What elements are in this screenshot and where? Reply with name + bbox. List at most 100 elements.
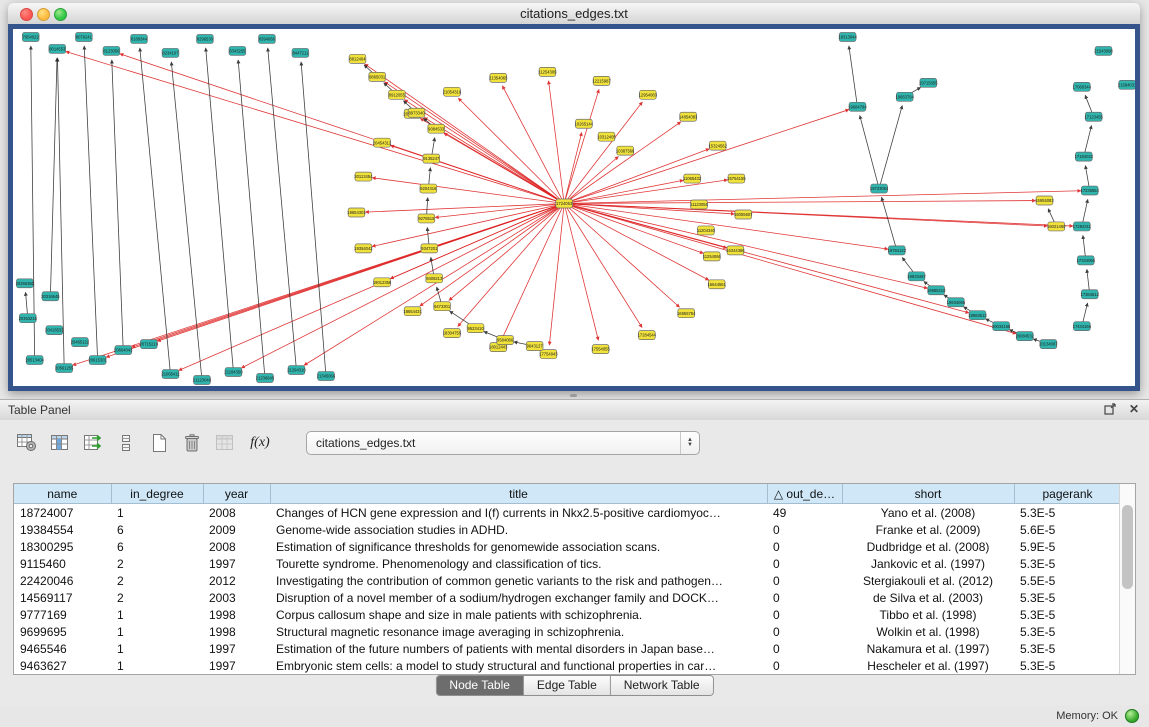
delete-table-icon[interactable]: [179, 431, 205, 455]
graph-node[interactable]: 20363215: [19, 314, 38, 323]
graph-edge[interactable]: [549, 81, 565, 204]
graph-edge[interactable]: [564, 110, 849, 204]
table-cell[interactable]: 1: [111, 504, 203, 522]
tab-node-table[interactable]: Node Table: [436, 676, 524, 695]
table-cell[interactable]: 1997: [203, 657, 270, 674]
table-cell[interactable]: 2009: [203, 521, 270, 538]
graph-node[interactable]: 9643127: [526, 342, 543, 351]
graph-edge[interactable]: [372, 204, 564, 247]
column-header[interactable]: pagerank: [1014, 484, 1121, 504]
graph-edge[interactable]: [50, 58, 57, 296]
graph-node[interactable]: 10387566: [616, 146, 635, 155]
graph-node[interactable]: 7954022: [22, 32, 39, 41]
table-cell[interactable]: 1: [111, 657, 203, 674]
graph-node[interactable]: 20561255: [55, 364, 74, 373]
graph-edge[interactable]: [106, 204, 564, 358]
graph-node[interactable]: 9408213: [426, 274, 443, 283]
table-cell[interactable]: 1998: [203, 606, 270, 623]
table-cell[interactable]: 1998: [203, 623, 270, 640]
graph-node[interactable]: 18304755: [443, 329, 462, 338]
graph-node[interactable]: 11065432: [683, 174, 702, 183]
graph-node[interactable]: 21294310: [287, 366, 306, 375]
graph-edge[interactable]: [860, 115, 879, 188]
graph-edge[interactable]: [564, 204, 598, 341]
graph-node[interactable]: 8234107: [162, 48, 179, 57]
graph-edge[interactable]: [564, 89, 599, 203]
table-cell[interactable]: 14569117: [14, 589, 111, 606]
table-cell[interactable]: 0: [767, 606, 842, 623]
table-cell[interactable]: Yano et al. (2008): [842, 504, 1014, 522]
graph-node[interactable]: 15324562: [709, 141, 728, 150]
graph-edge[interactable]: [241, 204, 564, 368]
graph-node[interactable]: 11123056: [690, 200, 708, 209]
graph-edge[interactable]: [301, 62, 326, 376]
graph-node[interactable]: 21123046: [193, 376, 212, 385]
graph-node[interactable]: 19934066: [947, 298, 966, 307]
table-cell[interactable]: 2: [111, 555, 203, 572]
graph-edge[interactable]: [365, 64, 564, 203]
graph-node[interactable]: 17384512: [1081, 290, 1100, 299]
table-cell[interactable]: 5.3E-5: [1014, 589, 1121, 606]
table-cell[interactable]: 6: [111, 521, 203, 538]
graph-node[interactable]: 21236645: [256, 374, 275, 383]
graph-node[interactable]: 21584031: [1118, 80, 1135, 89]
float-panel-icon[interactable]: [1103, 402, 1117, 416]
column-header[interactable]: title: [270, 484, 767, 504]
graph-node[interactable]: 17060344: [1073, 82, 1092, 91]
graph-node[interactable]: 15955083: [1035, 196, 1054, 205]
graph-edge[interactable]: [66, 52, 564, 204]
table-row[interactable]: 946362711997Embryonic stem cells: a mode…: [14, 657, 1121, 674]
table-row[interactable]: 1830029562008Estimation of significance …: [14, 538, 1121, 555]
graph-node[interactable]: 16055607: [734, 210, 753, 219]
table-cell[interactable]: 0: [767, 623, 842, 640]
table-cell[interactable]: 5.6E-5: [1014, 521, 1121, 538]
memory-status-led[interactable]: [1125, 709, 1139, 723]
graph-node[interactable]: 19663794: [896, 92, 915, 101]
graph-node[interactable]: 9278515: [418, 214, 435, 223]
table-cell[interactable]: Structural magnetic resonance image aver…: [270, 623, 767, 640]
table-cell[interactable]: 5.3E-5: [1014, 657, 1121, 674]
table-cell[interactable]: 22420046: [14, 572, 111, 589]
graph-edge[interactable]: [238, 60, 265, 378]
graph-node[interactable]: 20416533: [45, 326, 64, 335]
graph-edge[interactable]: [385, 82, 565, 204]
table-cell[interactable]: 18300295: [14, 538, 111, 555]
table-cell[interactable]: Investigating the contribution of common…: [270, 572, 767, 589]
graph-edge[interactable]: [268, 48, 297, 370]
graph-node[interactable]: 9584066: [497, 336, 514, 345]
graph-node[interactable]: 21054316: [443, 87, 462, 96]
graph-node[interactable]: 19984513: [968, 311, 987, 320]
graph-node[interactable]: 20034166: [992, 322, 1011, 331]
graph-node[interactable]: 17334066: [1077, 256, 1096, 265]
graph-node[interactable]: 20615301: [88, 356, 107, 365]
graph-edge[interactable]: [112, 60, 123, 350]
column-header[interactable]: in_degree: [111, 484, 203, 504]
table-cell[interactable]: 0: [767, 589, 842, 606]
table-row[interactable]: 2242004622012Investigating the contribut…: [14, 572, 1121, 589]
graph-edge[interactable]: [882, 197, 897, 250]
column-header[interactable]: △ out_de…: [767, 484, 842, 504]
import-table-icon[interactable]: [212, 431, 238, 455]
graph-edge[interactable]: [140, 48, 171, 374]
graph-node[interactable]: 8296530: [197, 34, 214, 43]
graph-node[interactable]: 16955784: [677, 309, 696, 318]
graph-node[interactable]: 17284544: [638, 331, 657, 340]
graph-node[interactable]: 18654431: [403, 307, 422, 316]
table-source-dropdown[interactable]: citations_edges.txt ▲▼: [306, 431, 700, 455]
table-cell[interactable]: 0: [767, 640, 842, 657]
table-cell[interactable]: Estimation of the future numbers of pati…: [270, 640, 767, 657]
graph-node[interactable]: 20134067: [1039, 340, 1058, 349]
table-cell[interactable]: 0: [767, 555, 842, 572]
graph-edge[interactable]: [420, 204, 564, 307]
table-cell[interactable]: 0: [767, 572, 842, 589]
graph-node[interactable]: 19012356: [373, 278, 392, 287]
graph-node[interactable]: 20316645: [41, 292, 60, 301]
graph-node[interactable]: 9084533: [428, 124, 445, 133]
graph-edge[interactable]: [449, 204, 564, 301]
table-cell[interactable]: Hescheler et al. (1997): [842, 657, 1014, 674]
graph-node[interactable]: 19784122: [888, 246, 907, 255]
table-row[interactable]: 911546021997Tourette syndrome. Phenomeno…: [14, 555, 1121, 572]
table-row[interactable]: 946554611997Estimation of the future num…: [14, 640, 1121, 657]
splitter-handle[interactable]: [570, 394, 577, 397]
table-cell[interactable]: 9463627: [14, 657, 111, 674]
